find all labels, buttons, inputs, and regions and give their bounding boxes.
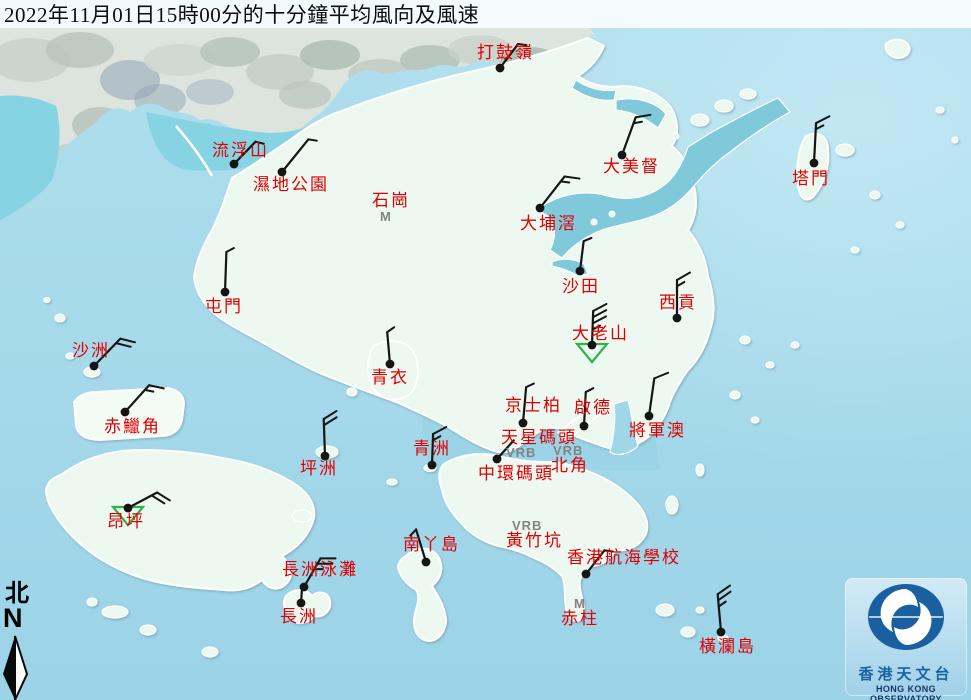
wind-map-page: 2022年11月01日15時00分的十分鐘平均風向及風速 北 N 香港天文台 H… [0,0,971,700]
station-label: 北角 [551,457,589,476]
station-label: 赤柱 [561,610,599,629]
hko-logo-name-zh: 香港天文台 [845,663,967,684]
station-label: 長洲 [280,608,318,627]
hko-logo-icon [845,578,967,656]
station-label: 流浮山 [212,142,269,161]
station-label: 橫瀾島 [699,638,756,657]
station-label: 香港航海學校 [567,549,681,568]
station-label: 黃竹坑 [506,532,563,551]
station-dot [121,408,130,417]
station-label: 昂坪 [107,513,145,532]
station-label: 京士柏 [505,397,562,416]
station-label: 大美督 [603,158,660,177]
station-label: 赤鱲角 [104,418,161,437]
station-dot [90,362,99,371]
station-label: 中環碼頭 [478,465,554,484]
station-dot [645,412,654,421]
page-title: 2022年11月01日15時00分的十分鐘平均風向及風速 [0,0,479,29]
station-label: 大老山 [572,325,629,344]
station-label: 屯門 [205,298,243,317]
station-dot [496,64,505,73]
station-dot [519,419,528,428]
station-dot [536,204,545,213]
station-dot [230,160,239,169]
station-label: 濕地公園 [253,176,329,195]
title-bar: 2022年11月01日15時00分的十分鐘平均風向及風速 [0,0,971,28]
wind-barb-feather [308,139,316,140]
wind-barb-feather [561,181,569,182]
station-dot [576,267,585,276]
station-label: 青洲 [413,440,451,459]
hko-logo-name-en: HONG KONG OBSERVATORY [845,684,967,700]
station-dot [580,422,589,431]
station-dot [810,159,819,168]
station-label: 啟德 [574,399,612,418]
station-label: 大埔滘 [520,215,577,234]
station-label: 石崗 [372,192,410,211]
station-label: 南丫島 [403,536,460,555]
compass-north-letter: N [3,606,36,630]
station-dot [493,455,502,464]
station-label: 青衣 [371,369,409,388]
station-label: 沙田 [562,278,600,297]
hong-kong-map [0,0,971,700]
station-dot [428,461,437,470]
station-dot [673,314,682,323]
station-label: 沙洲 [72,342,110,361]
compass: 北 N [2,582,36,630]
station-dot [422,558,431,567]
station-label: 西貢 [659,294,697,313]
station-label: 坪洲 [300,460,338,479]
station-dot [582,570,591,579]
station-label: 長洲泳灘 [282,561,358,580]
station-label: 將軍澳 [629,422,686,441]
station-label: 打鼓嶺 [477,44,534,63]
station-label: 天星碼頭 [501,429,577,448]
station-label: 塔門 [792,170,830,189]
station-dot [221,288,230,297]
station-dot [717,628,726,637]
missing-data-mark: M [380,209,392,224]
hko-logo: 香港天文台 HONG KONG OBSERVATORY [845,578,967,696]
wind-barb-shaft [225,252,226,292]
